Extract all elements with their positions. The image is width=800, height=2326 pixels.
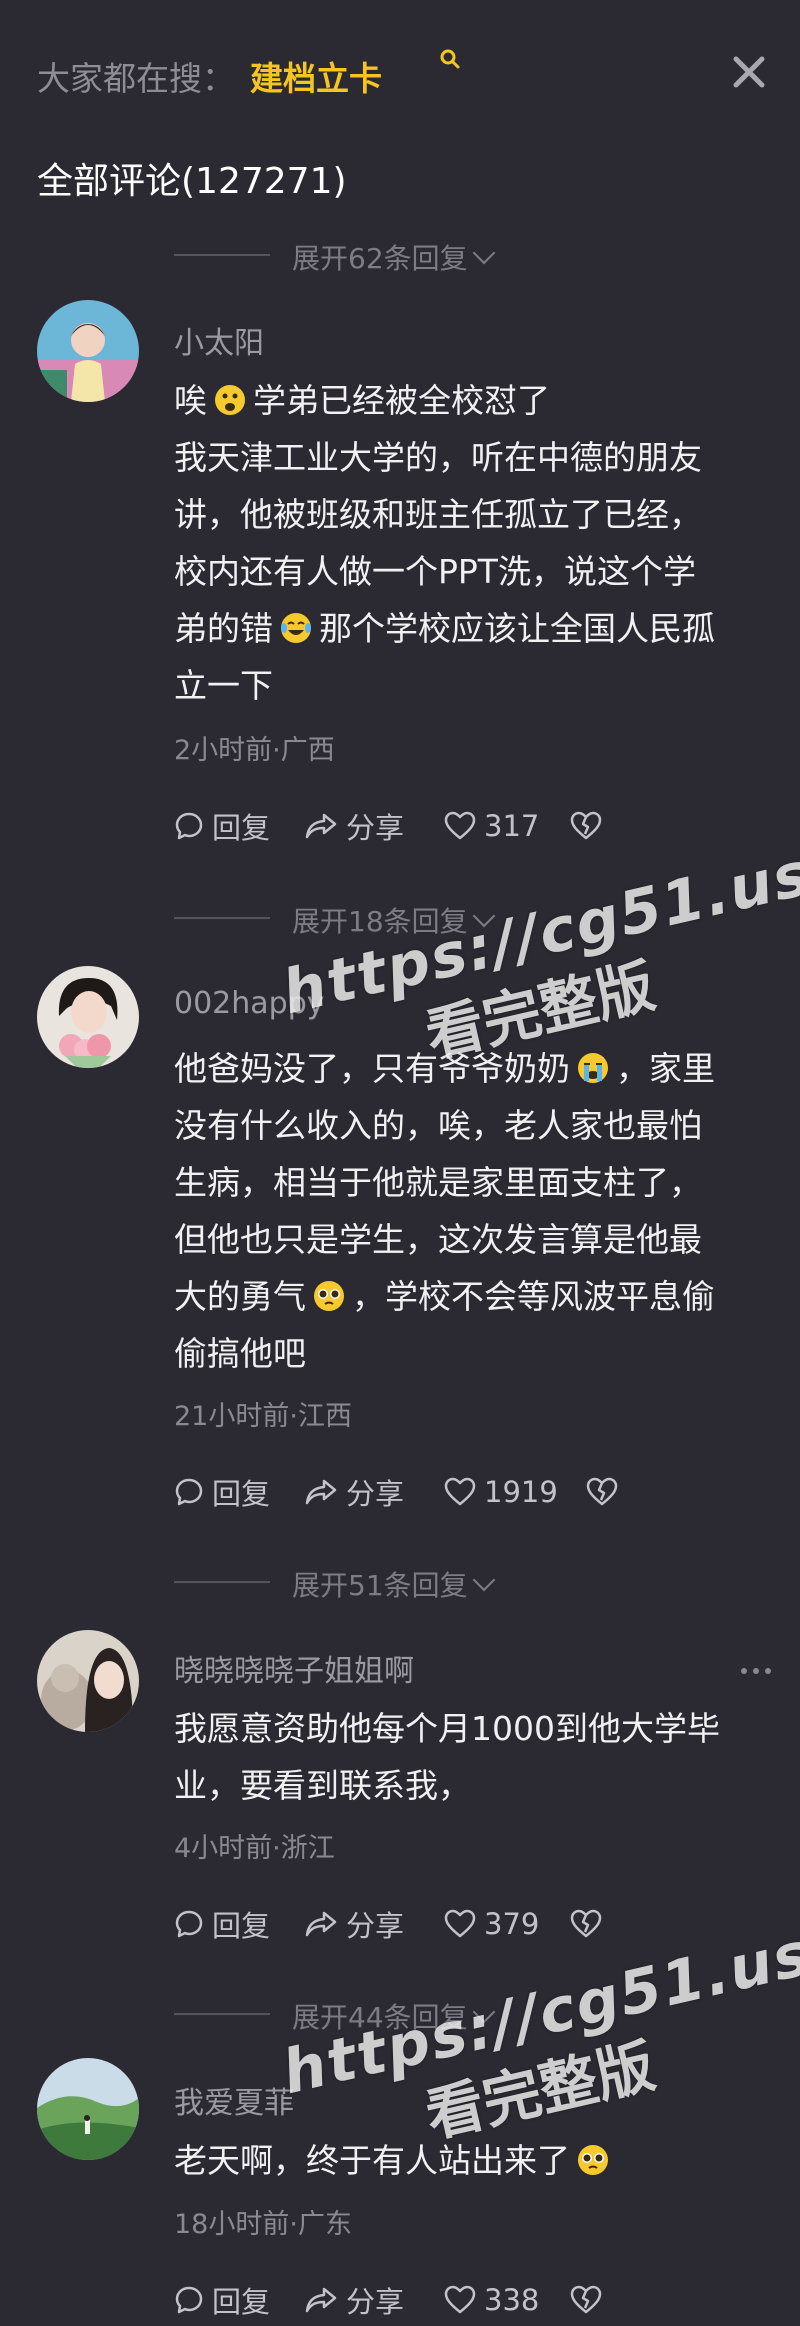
pleading-face-emoji (314, 1281, 344, 1311)
comment-username[interactable]: 我爱夏菲 (174, 2078, 294, 2122)
avatar[interactable] (37, 1630, 139, 1732)
divider-line (174, 917, 270, 919)
heart-icon (444, 1477, 476, 1506)
reply-button[interactable]: 回复 (174, 2280, 270, 2320)
comment-text-line: 没有什么收入的，唉，老人家也最怕 (174, 1106, 702, 1145)
share-icon (305, 1911, 337, 1937)
comment-text-line: 生病，相当于他就是家里面支柱了， (174, 1163, 702, 1202)
broken-heart-icon (586, 1477, 618, 1506)
crying-laughing-emoji (281, 613, 311, 643)
comment-text-line: 校内还有人做一个PPT洗，说这个学 (174, 552, 696, 591)
scared-face-emoji (215, 385, 245, 415)
chevron-down-icon (472, 1568, 495, 1592)
like-count: 338 (484, 2283, 540, 2317)
comment-username[interactable]: 晓晓晓晓子姐姐啊 (174, 1646, 414, 1690)
like-count: 1919 (484, 1475, 558, 1509)
broken-heart-icon (570, 811, 602, 840)
trending-search-prefix: 大家都在搜： (37, 59, 235, 98)
like-count: 317 (484, 809, 540, 843)
broken-heart-icon (570, 1909, 602, 1938)
dislike-button[interactable] (586, 1472, 626, 1512)
comment-time-location: 4小时前·浙江 (174, 1833, 335, 1864)
share-button[interactable]: 分享 (304, 806, 404, 846)
reply-icon (175, 2286, 203, 2314)
share-icon (305, 1479, 337, 1505)
comment-time-location: 2小时前·广西 (174, 735, 335, 766)
comment-text-line: 业，要看到联系我， (174, 1766, 471, 1805)
search-icon (440, 49, 460, 69)
like-count: 379 (484, 1907, 540, 1941)
avatar[interactable] (37, 966, 139, 1068)
reply-icon (175, 1478, 203, 1506)
comment-text-line: 我天津工业大学的，听在中德的朋友 (174, 438, 702, 477)
comment-time-location: 18小时前·广东 (174, 2209, 352, 2240)
like-button[interactable]: 317 (444, 806, 539, 846)
comment-text-line: 弟的错 那个学校应该让全国人民孤 (174, 609, 715, 648)
comment-actions: 回复 分享 317 (174, 806, 774, 846)
heart-icon (444, 1909, 476, 1938)
chevron-down-icon (472, 241, 495, 265)
comment-text-line: 立一下 (174, 666, 273, 705)
share-button[interactable]: 分享 (304, 1904, 404, 1944)
share-button[interactable]: 分享 (304, 2280, 404, 2320)
comment-text-line: 偷搞他吧 (174, 1334, 306, 1373)
dislike-button[interactable] (570, 1904, 610, 1944)
expand-replies[interactable]: 展开62条回复 (0, 235, 800, 275)
like-button[interactable]: 338 (444, 2280, 539, 2320)
close-icon[interactable] (727, 50, 771, 94)
expand-replies[interactable]: 展开51条回复 (0, 1562, 800, 1602)
comment-username[interactable]: 小太阳 (174, 318, 264, 362)
dislike-button[interactable] (570, 2280, 610, 2320)
comment-text-line: 我愿意资助他每个月1000到他大学毕 (174, 1709, 720, 1748)
avatar[interactable] (37, 300, 139, 402)
comment-text: 唉学弟已经被全校怼了 我天津工业大学的，听在中德的朋友 讲，他被班级和班主任孤立… (174, 372, 774, 714)
comment-text-line: 大的勇气 ，学校不会等风波平息偷 (174, 1277, 715, 1316)
dislike-button[interactable] (570, 806, 610, 846)
more-options-icon[interactable] (736, 1656, 776, 1686)
like-button[interactable]: 379 (444, 1904, 539, 1944)
like-button[interactable]: 1919 (444, 1472, 558, 1512)
divider-line (174, 2013, 270, 2015)
comment-text-line: 讲，他被班级和班主任孤立了已经， (174, 495, 702, 534)
comment-actions: 回复 分享 338 (174, 2280, 774, 2320)
broken-heart-icon (570, 2285, 602, 2314)
pleading-face-emoji (578, 2145, 608, 2175)
comment-actions: 回复 分享 1919 (174, 1472, 774, 1512)
reply-button[interactable]: 回复 (174, 1472, 270, 1512)
trending-search-term[interactable]: 建档立卡 (250, 52, 382, 100)
expand-replies-label: 展开62条回复 (292, 237, 495, 277)
heart-icon (444, 2285, 476, 2314)
divider-line (174, 1581, 270, 1583)
loudly-crying-emoji (578, 1053, 608, 1083)
expand-replies-label: 展开51条回复 (292, 1564, 495, 1604)
comments-title: 全部评论(127271) (37, 161, 347, 202)
trending-search-bar[interactable]: 大家都在搜： 建档立卡 (37, 44, 777, 104)
comment-text-line: 但他也只是学生，这次发言算是他最 (174, 1220, 702, 1259)
comment-actions: 回复 分享 379 (174, 1904, 774, 1944)
reply-icon (175, 1910, 203, 1938)
reply-icon (175, 812, 203, 840)
divider-line (174, 254, 270, 256)
share-button[interactable]: 分享 (304, 1472, 404, 1512)
avatar[interactable] (37, 2058, 139, 2160)
comment-text: 他爸妈没了，只有爷爷奶奶 ，家里 没有什么收入的，唉，老人家也最怕 生病，相当于他… (174, 1040, 774, 1382)
comment-text: 我愿意资助他每个月1000到他大学毕 业，要看到联系我， (174, 1700, 774, 1814)
comment-time-location: 21小时前·江西 (174, 1401, 352, 1432)
heart-icon (444, 811, 476, 840)
reply-button[interactable]: 回复 (174, 1904, 270, 1944)
share-icon (305, 2287, 337, 2313)
share-icon (305, 813, 337, 839)
reply-button[interactable]: 回复 (174, 806, 270, 846)
comment-text-line: 唉学弟已经被全校怼了 (174, 381, 550, 420)
